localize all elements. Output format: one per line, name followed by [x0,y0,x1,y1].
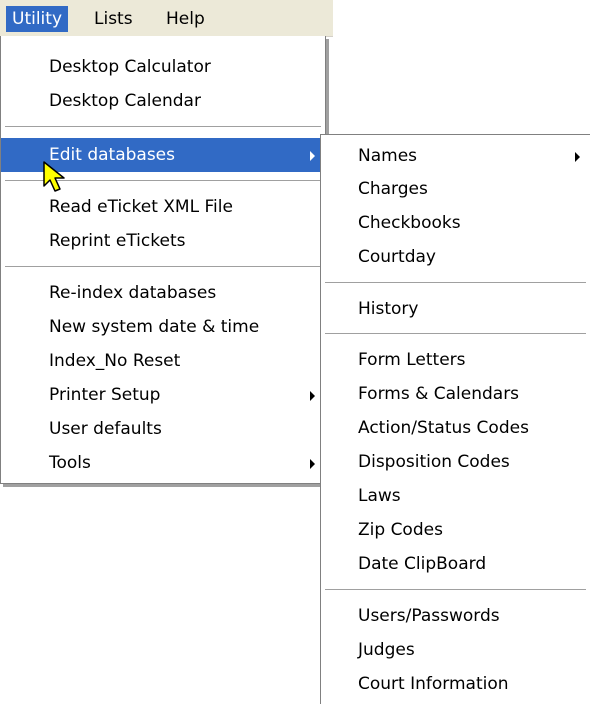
chevron-right-icon [310,151,315,161]
menu-item-label: Printer Setup [49,385,161,405]
menu-item-user-defaults[interactable]: User defaults [1,412,325,446]
menu-item-label: Reprint eTickets [49,231,186,251]
menu-item-label: History [358,299,419,319]
menu-item-label: Court Information [358,674,509,694]
submenu-item-zip-codes[interactable]: Zip Codes [321,513,590,547]
submenu-item-charges[interactable]: Charges [321,172,590,206]
menu-item-label: Charges [358,179,428,199]
menu-item-label: New system date & time [49,317,260,337]
menu-item-label: Read eTicket XML File [49,197,233,217]
menu-item-label: Form Letters [358,350,466,370]
submenu-item-judges[interactable]: Judges [321,633,590,667]
menu-lists[interactable]: Lists [88,6,139,32]
menu-item-label: User defaults [49,419,162,439]
menu-bar: Utility Lists Help [0,0,333,37]
menu-item-label: Desktop Calculator [49,57,211,77]
menu-item-desktop-calendar[interactable]: Desktop Calendar [1,84,325,118]
menu-item-new-system-date-time[interactable]: New system date & time [1,310,325,344]
menu-separator [5,126,321,127]
submenu-item-disposition-codes[interactable]: Disposition Codes [321,445,590,479]
menu-item-label: Courtday [358,247,436,267]
menu-item-label: Forms & Calendars [358,384,520,404]
submenu-item-history[interactable]: History [321,292,590,326]
chevron-right-icon [310,391,315,401]
menu-item-label: Names [358,146,418,166]
menu-item-label: Checkbooks [358,213,461,233]
submenu-item-users-passwords[interactable]: Users/Passwords [321,599,590,633]
menu-item-label: Disposition Codes [358,452,510,472]
menu-separator [325,333,586,334]
submenu-item-courtday[interactable]: Courtday [321,240,590,274]
chevron-right-icon [575,152,580,162]
menu-item-label: Index_No Reset [49,351,181,371]
submenu-item-form-letters[interactable]: Form Letters [321,343,590,377]
menu-item-tools[interactable]: Tools [1,446,325,480]
menu-item-index-no-reset[interactable]: Index_No Reset [1,344,325,378]
menu-item-label: Zip Codes [358,520,443,540]
menu-item-printer-setup[interactable]: Printer Setup [1,378,325,412]
menu-item-label: Users/Passwords [358,606,500,626]
menu-item-label: Tools [49,453,91,473]
menu-item-label: Re-index databases [49,283,217,303]
chevron-right-icon [310,459,315,469]
submenu-item-forms-calendars[interactable]: Forms & Calendars [321,377,590,411]
menu-help[interactable]: Help [160,6,211,32]
submenu-item-court-information[interactable]: Court Information [321,667,590,701]
menu-item-desktop-calculator[interactable]: Desktop Calculator [1,50,325,84]
arrow-cursor-icon [43,161,65,192]
menu-separator [325,282,586,283]
menu-item-label: Desktop Calendar [49,91,201,111]
edit-databases-submenu: Names Charges Checkbooks Courtday Histor… [320,134,590,704]
menu-item-label: Laws [358,486,401,506]
submenu-item-laws[interactable]: Laws [321,479,590,513]
menu-item-label: Action/Status Codes [358,418,529,438]
submenu-item-action-status-codes[interactable]: Action/Status Codes [321,411,590,445]
utility-dropdown: Desktop Calculator Desktop Calendar Edit… [0,36,326,484]
menu-separator [5,266,321,267]
menu-item-reprint-etickets[interactable]: Reprint eTickets [1,224,325,258]
menu-item-label: Date ClipBoard [358,554,487,574]
menu-item-read-eticket-xml[interactable]: Read eTicket XML File [1,190,325,224]
submenu-item-date-clipboard[interactable]: Date ClipBoard [321,547,590,581]
submenu-item-names[interactable]: Names [321,139,590,173]
menu-item-reindex-databases[interactable]: Re-index databases [1,276,325,310]
submenu-item-checkbooks[interactable]: Checkbooks [321,206,590,240]
menu-separator [325,589,586,590]
menu-utility[interactable]: Utility [6,6,69,32]
menu-item-label: Judges [358,640,415,660]
